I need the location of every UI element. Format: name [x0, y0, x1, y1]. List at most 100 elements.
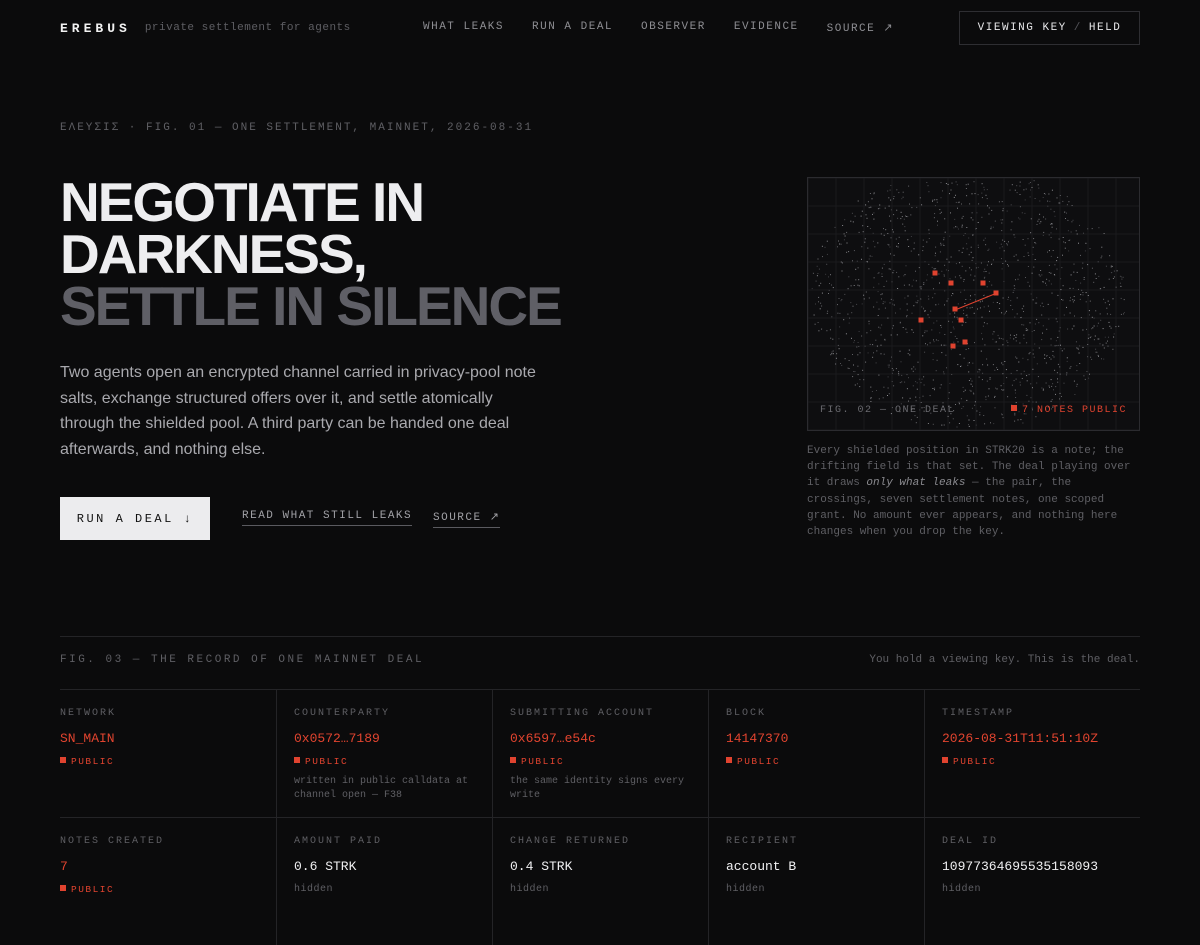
nav-observer[interactable]: OBSERVER — [641, 21, 706, 35]
note-speck — [944, 304, 945, 306]
note-speck — [932, 379, 934, 381]
brand-logo[interactable]: EREBUS — [60, 21, 131, 36]
note-speck — [1060, 348, 1062, 350]
note-speck — [964, 389, 966, 391]
note-speck — [940, 242, 942, 244]
note-speck — [921, 306, 923, 308]
note-speck — [1103, 358, 1105, 360]
note-speck — [884, 339, 886, 341]
note-speck — [1100, 257, 1102, 259]
note-speck — [1063, 241, 1065, 243]
note-speck — [955, 201, 957, 203]
note-speck — [1064, 242, 1066, 244]
note-speck — [1034, 259, 1036, 260]
read-leaks-link[interactable]: READ WHAT STILL LEAKS — [242, 510, 413, 526]
note-speck — [854, 371, 856, 373]
public-note-marker — [948, 280, 954, 286]
note-speck — [869, 343, 871, 345]
note-speck — [926, 330, 928, 332]
note-speck — [1041, 274, 1043, 276]
note-speck — [944, 290, 946, 292]
note-speck — [1094, 335, 1096, 337]
note-speck — [1096, 325, 1098, 327]
note-speck — [1021, 308, 1023, 310]
note-speck — [891, 381, 893, 382]
note-speck — [1083, 375, 1085, 377]
note-speck — [934, 255, 936, 257]
note-speck — [946, 367, 947, 369]
note-speck — [1113, 333, 1115, 335]
note-speck — [890, 237, 892, 239]
cell-value[interactable]: 0x6597…e54c — [510, 731, 708, 746]
note-speck — [1085, 301, 1087, 303]
note-speck — [956, 338, 958, 339]
note-speck — [920, 382, 922, 384]
note-speck — [850, 302, 852, 304]
note-speck — [975, 267, 977, 269]
note-speck — [890, 209, 892, 211]
note-speck — [1053, 356, 1055, 358]
note-speck — [1101, 255, 1103, 257]
note-speck — [996, 241, 998, 243]
nav-source[interactable]: SOURCE ↗ — [827, 21, 894, 35]
note-speck — [1039, 213, 1041, 215]
note-speck — [1033, 238, 1035, 240]
note-speck — [906, 388, 908, 390]
note-speck — [996, 388, 998, 390]
run-deal-button[interactable]: RUN A DEAL ↓ — [60, 497, 210, 540]
note-speck — [828, 276, 829, 278]
note-speck — [972, 257, 974, 259]
nav-evidence[interactable]: EVIDENCE — [734, 21, 799, 35]
note-speck — [1050, 283, 1052, 285]
note-speck — [976, 410, 978, 412]
note-speck — [1069, 367, 1071, 369]
nav-run-a-deal[interactable]: RUN A DEAL — [532, 21, 613, 35]
note-speck — [858, 331, 860, 332]
note-speck — [943, 371, 945, 373]
note-speck — [852, 221, 854, 223]
note-speck — [1086, 371, 1088, 372]
note-speck — [1023, 189, 1025, 191]
note-speck — [953, 328, 955, 330]
note-speck — [1089, 300, 1091, 302]
note-speck — [916, 302, 918, 304]
note-speck — [1032, 253, 1034, 255]
note-speck — [882, 303, 884, 305]
note-speck — [1059, 366, 1061, 368]
note-speck — [951, 374, 953, 375]
note-speck — [912, 385, 914, 387]
source-link[interactable]: SOURCE ↗ — [433, 510, 501, 528]
note-speck — [1009, 189, 1011, 191]
viewing-key-button[interactable]: VIEWING KEY / HELD — [959, 11, 1140, 45]
note-speck — [1112, 298, 1114, 300]
note-speck — [892, 231, 894, 233]
note-speck — [971, 306, 973, 308]
note-speck — [959, 354, 961, 356]
note-speck — [867, 201, 869, 203]
note-speck — [986, 380, 988, 382]
nav-what-leaks[interactable]: WHAT LEAKS — [423, 21, 504, 35]
note-speck — [881, 298, 882, 300]
note-speck — [854, 384, 856, 386]
note-speck — [913, 248, 915, 250]
note-speck — [873, 192, 875, 194]
note-speck — [1027, 359, 1029, 361]
cell-value[interactable]: 0x0572…7189 — [294, 731, 492, 746]
note-speck — [829, 329, 831, 331]
note-speck — [1018, 217, 1020, 219]
note-speck — [877, 242, 879, 244]
note-speck — [910, 250, 912, 252]
cell-value[interactable]: 14147370 — [726, 731, 924, 746]
note-speck — [988, 281, 990, 283]
note-speck — [845, 333, 847, 335]
note-speck — [988, 213, 990, 215]
note-speck — [930, 310, 932, 312]
note-speck — [1028, 400, 1030, 402]
note-speck — [1098, 356, 1099, 357]
cell-note: the same identity signs every write — [510, 776, 685, 801]
note-speck — [871, 198, 873, 200]
note-speck — [967, 362, 969, 364]
note-speck — [881, 276, 883, 277]
note-speck — [983, 294, 985, 296]
note-speck — [1066, 196, 1068, 198]
